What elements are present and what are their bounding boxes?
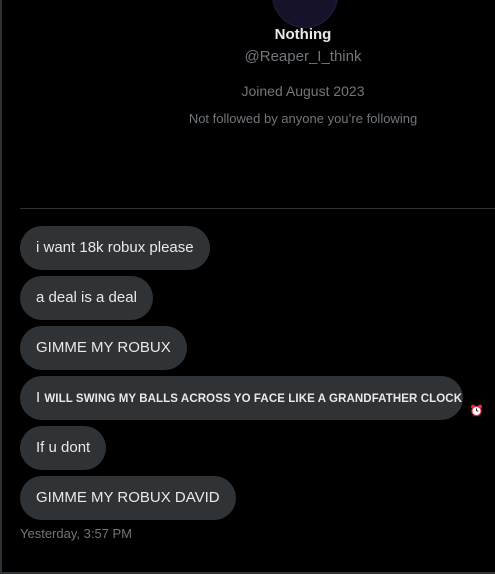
message-timestamp: Yesterday, 3:57 PM [20,526,133,541]
message-bubble[interactable]: I WILL SWING MY BALLS ACROSS YO FACE LIK… [20,376,483,420]
message-text: i want 18k robux please [36,239,194,256]
message-text: GIMME MY ROBUX [36,339,171,356]
message-bubble[interactable]: a deal is a deal [20,276,153,320]
message-bubble[interactable]: If u dont [20,426,107,470]
divider [20,208,495,209]
message-lead-letter: I [36,389,41,406]
message-bubble[interactable]: GIMME MY ROBUX DAVID [20,476,236,520]
message-bubble[interactable]: i want 18k robux please [20,226,210,270]
avatar[interactable] [272,0,338,28]
alarm-clock-icon [470,391,483,417]
profile-joined-date: Joined August 2023 [241,83,365,99]
message-text: GIMME MY ROBUX DAVID [36,489,220,506]
message-text: If u dont [36,439,91,456]
profile-display-name[interactable]: Nothing [53,26,495,43]
message-text: a deal is a deal [36,289,137,306]
profile-follow-status: Not followed by anyone you’re following [188,111,418,126]
message-text: WILL SWING MY BALLS ACROSS YO FACE LIKE … [44,393,463,405]
conversation-panel: Nothing @Reaper_I_think Joined August 20… [0,0,495,574]
message-bubble[interactable]: GIMME MY ROBUX [20,326,187,370]
profile-handle[interactable]: @Reaper_I_think [53,48,495,65]
